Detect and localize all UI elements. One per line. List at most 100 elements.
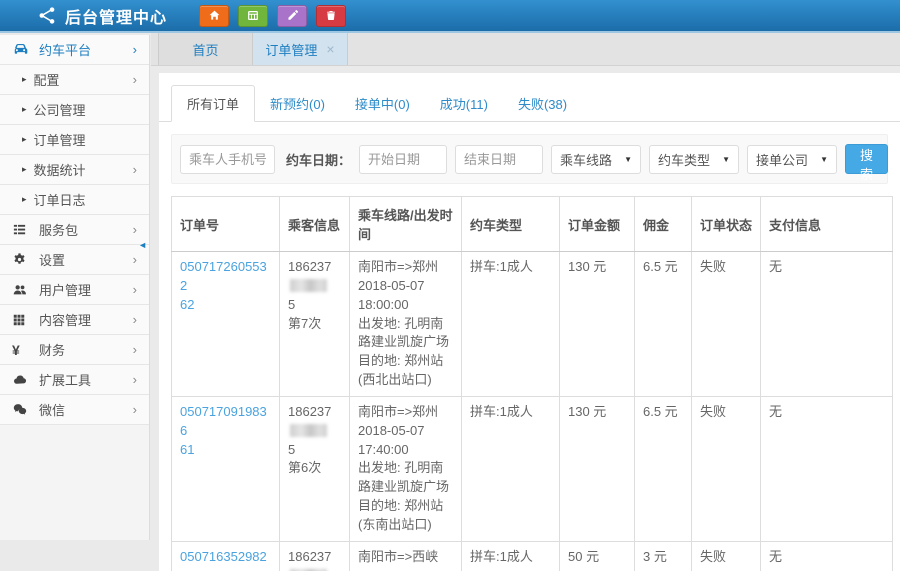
- col-order-amount: 订单金额: [560, 197, 635, 252]
- sidebar-item-statistics[interactable]: ▸ 数据统计 ›: [0, 155, 149, 185]
- sidebar-collapse-icon[interactable]: ◄: [138, 240, 147, 250]
- app-logo: 后台管理中心: [38, 4, 167, 28]
- chevron-right-icon: ›: [133, 372, 137, 387]
- type-cell: 拼车:1成人: [462, 541, 560, 571]
- calendar-button[interactable]: [238, 5, 268, 27]
- sidebar-item-booking-platform[interactable]: 约车平台 ›: [0, 35, 149, 65]
- chevron-right-icon: ›: [133, 312, 137, 327]
- col-order-status: 订单状态: [692, 197, 761, 252]
- booking-type-select[interactable]: 约车类型 ▼: [649, 145, 739, 174]
- end-date-input[interactable]: [455, 145, 543, 174]
- sidebar-item-label: 订单日志: [34, 190, 86, 209]
- status-cell: 失败: [692, 252, 761, 397]
- filter-tab-success[interactable]: 成功(11): [425, 86, 503, 121]
- home-button[interactable]: [199, 5, 229, 27]
- filter-tab-new-reservations[interactable]: 新预约(0): [255, 86, 340, 121]
- sidebar: 约车平台 › ▸ 配置 › ▸ 公司管理 ▸ 订单管理 ▸ 数据统计 › ▸ 订…: [0, 35, 150, 540]
- filter-tab-failed[interactable]: 失败(38): [503, 86, 582, 121]
- orders-table: 订单号 乘客信息 乘车线路/出发时间 约车类型 订单金额 佣金 订单状态 支付信…: [171, 196, 893, 571]
- sidebar-item-label: 内容管理: [39, 310, 91, 329]
- order-no-cell: 0507172605532 62: [172, 252, 280, 397]
- type-cell: 拼车:1成人: [462, 252, 560, 397]
- col-booking-type: 约车类型: [462, 197, 560, 252]
- search-button[interactable]: 搜索: [845, 144, 888, 174]
- sidebar-item-settings[interactable]: 设置 ›: [0, 245, 149, 275]
- route-cell: 南阳市=>郑州 2018-05-07 17:40:00 出发地: 孔明南路建业凯…: [350, 396, 462, 541]
- commission-cell: 3 元: [635, 541, 692, 571]
- sidebar-item-wechat[interactable]: 微信 ›: [0, 395, 149, 425]
- order-no-cell: 0507170919836 61: [172, 396, 280, 541]
- sidebar-item-label: 数据统计: [34, 160, 86, 179]
- sidebar-item-finance[interactable]: ¥ 财务 ›: [0, 335, 149, 365]
- gear-icon: [12, 252, 32, 267]
- passenger-phone-input[interactable]: [180, 145, 275, 174]
- start-date-input[interactable]: [359, 145, 447, 174]
- users-icon: [12, 282, 32, 297]
- status-cell: 失败: [692, 396, 761, 541]
- chevron-right-icon: ›: [133, 342, 137, 357]
- sidebar-item-content-management[interactable]: 内容管理 ›: [0, 305, 149, 335]
- route-select-value: 乘车线路: [560, 150, 612, 169]
- tab-order-management[interactable]: 订单管理 ×: [253, 33, 348, 65]
- sidebar-item-user-management[interactable]: 用户管理 ›: [0, 275, 149, 305]
- order-no-link[interactable]: 0507170919836 61: [180, 404, 267, 457]
- wechat-icon: [12, 402, 32, 417]
- topbar: 后台管理中心: [0, 0, 900, 33]
- order-filter-tabs: 所有订单 新预约(0) 接单中(0) 成功(11) 失败(38): [159, 73, 900, 122]
- sidebar-item-label: 微信: [39, 400, 65, 419]
- commission-cell: 6.5 元: [635, 396, 692, 541]
- chevron-right-icon: ›: [133, 72, 137, 87]
- list-icon: [12, 222, 32, 237]
- type-cell: 拼车:1成人: [462, 396, 560, 541]
- cloud-icon: [12, 373, 32, 387]
- amount-cell: 130 元: [560, 252, 635, 397]
- sidebar-item-service-pack[interactable]: 服务包 ›: [0, 215, 149, 245]
- table-row: 0507163529822 60 186237 5 第5次 南阳市=>西峡 20…: [172, 541, 893, 571]
- filter-tab-all-orders[interactable]: 所有订单: [171, 85, 255, 122]
- edit-button[interactable]: [277, 5, 307, 27]
- filter-tab-in-progress[interactable]: 接单中(0): [340, 86, 425, 121]
- car-icon: [12, 41, 32, 58]
- dropdown-arrow-icon: ▼: [722, 155, 730, 164]
- dropdown-arrow-icon: ▼: [624, 155, 632, 164]
- topbar-buttons: [199, 5, 346, 27]
- chevron-right-icon: ›: [133, 252, 137, 267]
- company-select[interactable]: 接单公司 ▼: [747, 145, 837, 174]
- route-select[interactable]: 乘车线路 ▼: [551, 145, 641, 174]
- sidebar-item-order-log[interactable]: ▸ 订单日志: [0, 185, 149, 215]
- close-icon[interactable]: ×: [326, 42, 334, 56]
- commission-cell: 6.5 元: [635, 252, 692, 397]
- order-no-link[interactable]: 0507172605532 62: [180, 259, 267, 312]
- route-cell: 南阳市=>西峡 2018-05-07 17:10:00 出发地: 建业十里湖山城…: [350, 541, 462, 571]
- sidebar-item-extension-tools[interactable]: 扩展工具 ›: [0, 365, 149, 395]
- yen-icon: ¥: [12, 342, 32, 358]
- sidebar-item-label: 订单管理: [34, 130, 86, 149]
- sidebar-item-config[interactable]: ▸ 配置 ›: [0, 65, 149, 95]
- sidebar-item-label: 财务: [39, 340, 65, 359]
- phone-blur-mask: [290, 279, 327, 292]
- order-no-link[interactable]: 0507163529822 60: [180, 549, 267, 571]
- table-row: 0507172605532 62 186237 5 第7次 南阳市=>郑州 20…: [172, 252, 893, 397]
- chevron-right-icon: ›: [133, 402, 137, 417]
- col-route-time: 乘车线路/出发时间: [350, 197, 462, 252]
- status-cell: 失败: [692, 541, 761, 571]
- passenger-cell: 186237 5 第5次: [280, 541, 350, 571]
- route-cell: 南阳市=>郑州 2018-05-07 18:00:00 出发地: 孔明南路建业凯…: [350, 252, 462, 397]
- sidebar-item-label: 约车平台: [39, 40, 91, 59]
- table-row: 0507170919836 61 186237 5 第6次 南阳市=>郑州 20…: [172, 396, 893, 541]
- delete-button[interactable]: [316, 5, 346, 27]
- chevron-right-icon: ›: [133, 162, 137, 177]
- booking-type-select-value: 约车类型: [658, 150, 710, 169]
- sidebar-item-company-management[interactable]: ▸ 公司管理: [0, 95, 149, 125]
- date-label: 约车日期：: [286, 150, 351, 169]
- col-passenger-info: 乘客信息: [280, 197, 350, 252]
- sidebar-item-order-management[interactable]: ▸ 订单管理: [0, 125, 149, 155]
- triangle-right-icon: ▸: [22, 164, 27, 175]
- table-header-row: 订单号 乘客信息 乘车线路/出发时间 约车类型 订单金额 佣金 订单状态 支付信…: [172, 197, 893, 252]
- order-no-cell: 0507163529822 60: [172, 541, 280, 571]
- tab-home[interactable]: 首页: [158, 33, 253, 65]
- chevron-right-icon: ›: [133, 282, 137, 297]
- search-bar: 约车日期： 乘车线路 ▼ 约车类型 ▼ 接单公司 ▼ 搜索: [171, 134, 888, 184]
- phone-blur-mask: [290, 424, 327, 437]
- company-select-value: 接单公司: [756, 150, 808, 169]
